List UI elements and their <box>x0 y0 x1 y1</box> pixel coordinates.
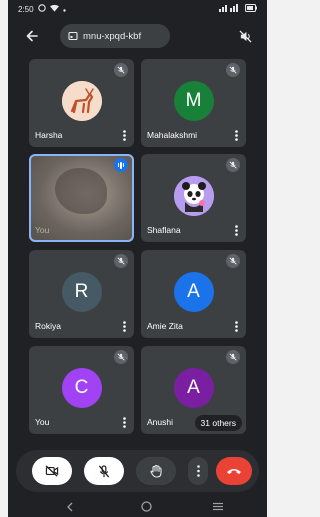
mic-off-icon <box>226 63 240 77</box>
dot-icon <box>62 5 66 14</box>
avatar: C <box>61 368 102 408</box>
meeting-code: mnu-xpqd-kbf <box>83 30 142 42</box>
mic-off-icon <box>114 254 128 268</box>
avatar <box>173 176 214 216</box>
mic-toggle-button[interactable] <box>84 457 124 485</box>
more-vert-icon[interactable] <box>120 415 128 429</box>
participant-name: Amie Zita <box>147 321 183 331</box>
meet-app-screen: 2:50 mnu-xpqd-kbf Harsha M Mahalakshmi Y… <box>8 0 267 517</box>
participant-name: You <box>35 417 50 427</box>
signal-icon <box>219 4 241 14</box>
participant-tile[interactable]: A Amie Zita <box>141 250 246 338</box>
end-call-button[interactable] <box>216 457 252 485</box>
speaking-indicator-icon <box>114 158 128 172</box>
mic-off-icon <box>226 350 240 364</box>
meeting-info-chip[interactable]: mnu-xpqd-kbf <box>60 24 170 48</box>
chevron-left-icon <box>67 502 73 511</box>
media-icon <box>37 4 46 14</box>
status-time: 2:50 <box>18 4 34 14</box>
back-arrow-icon <box>26 30 38 42</box>
mic-off-icon <box>98 464 110 477</box>
more-vert-icon[interactable] <box>120 128 128 142</box>
more-vert-icon[interactable] <box>232 223 240 237</box>
home-circle-icon <box>140 501 152 512</box>
participant-name: Shaflana <box>147 225 181 235</box>
participant-name: Rokiya <box>35 321 61 331</box>
avatar: A <box>173 368 214 408</box>
mic-off-icon <box>226 254 240 268</box>
more-vert-icon[interactable] <box>232 319 240 333</box>
mic-off-icon <box>114 63 128 77</box>
hand-icon <box>149 464 162 478</box>
participant-tile[interactable]: M Mahalakshmi <box>141 59 246 147</box>
camera-toggle-button[interactable] <box>32 457 72 485</box>
self-video-tile[interactable]: You <box>29 154 134 242</box>
more-vert-icon <box>196 465 200 477</box>
battery-icon <box>245 4 257 14</box>
more-vert-icon[interactable] <box>120 319 128 333</box>
avatar-letter: M <box>185 90 202 111</box>
more-options-button[interactable] <box>188 457 208 485</box>
participant-name: Mahalakshmi <box>147 130 198 140</box>
mic-off-icon <box>226 158 240 172</box>
others-tile[interactable]: A Anushi 31 others <box>141 346 246 434</box>
others-count-label: 31 others <box>200 418 236 428</box>
avatar-letter: C <box>74 377 89 398</box>
mic-off-icon <box>114 350 128 364</box>
avatar: M <box>173 81 214 121</box>
participant-name: Anushi <box>147 417 173 427</box>
others-count-badge[interactable]: 31 others <box>194 415 242 431</box>
speaker-off-icon <box>238 29 252 43</box>
participant-name: Harsha <box>35 130 63 140</box>
nav-recents-button[interactable] <box>210 499 226 514</box>
more-vert-icon[interactable] <box>232 128 240 142</box>
audio-output-button[interactable] <box>233 24 257 48</box>
deer-avatar-icon <box>61 81 102 121</box>
avatar-letter: A <box>187 281 200 302</box>
videocam-off-icon <box>45 465 59 477</box>
meeting-room-icon <box>68 31 78 41</box>
avatar-letter: A <box>187 377 200 398</box>
participant-tile[interactable]: R Rokiya <box>29 250 134 338</box>
wifi-icon <box>49 4 59 14</box>
participant-tile[interactable]: Shaflana <box>141 154 246 242</box>
nav-back-button[interactable] <box>62 499 78 514</box>
raise-hand-button[interactable] <box>136 457 176 485</box>
meeting-top-bar: mnu-xpqd-kbf <box>8 22 267 50</box>
call-end-icon <box>227 469 241 474</box>
nav-home-button[interactable] <box>138 499 154 514</box>
call-controls-bar <box>16 450 259 492</box>
system-navigation-bar <box>8 496 267 517</box>
participant-name: You <box>35 225 50 235</box>
avatar-letter: R <box>74 281 89 302</box>
participant-tile[interactable]: C You <box>29 346 134 434</box>
participant-tile[interactable]: Harsha <box>29 59 134 147</box>
panda-avatar-icon <box>173 176 214 216</box>
avatar <box>61 81 102 121</box>
avatar: R <box>61 272 102 312</box>
avatar: A <box>173 272 214 312</box>
recents-icon <box>213 502 223 511</box>
status-bar: 2:50 <box>8 0 267 18</box>
back-button[interactable] <box>20 24 44 48</box>
